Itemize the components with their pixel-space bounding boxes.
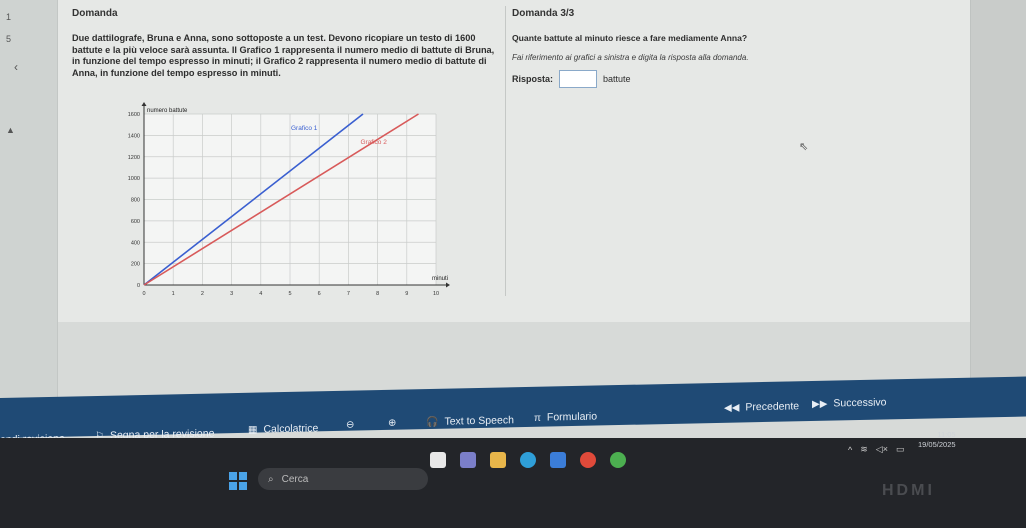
- question-title: Domanda: [72, 8, 118, 19]
- column-divider: [505, 6, 506, 296]
- collapse-chevron-icon[interactable]: ‹: [14, 60, 18, 74]
- system-tray: ^ ≋ ◁× ▭: [848, 444, 904, 455]
- zoom-out-icon: ⊖: [346, 419, 355, 431]
- text-to-speech-button[interactable]: 🎧 Text to Speech: [426, 414, 514, 428]
- y-tick-label: 1000: [128, 176, 140, 182]
- windows-taskbar: ⌕ Cerca ^ ≋ ◁× ▭ 11:05 19/05/2025 HDMI: [0, 430, 1026, 528]
- left-edge-strip: 1 5 ‹ ▲: [0, 0, 58, 415]
- y-tick-label: 200: [131, 262, 140, 268]
- battery-icon[interactable]: ▭: [896, 444, 905, 455]
- search-placeholder: Cerca: [281, 473, 309, 485]
- teams-icon[interactable]: [460, 452, 476, 468]
- edge-mark: 1: [6, 12, 12, 22]
- calculator-button[interactable]: ▦ Calcolatrice: [248, 422, 318, 435]
- y-axis-label: numero battute: [147, 108, 188, 114]
- chrome-icon[interactable]: [580, 452, 596, 468]
- answer-unit: battute: [603, 74, 631, 84]
- y-tick-label: 1600: [128, 112, 140, 118]
- monitor-brand-logo: HDMI: [882, 482, 935, 499]
- formulary-button[interactable]: π Formulario: [534, 410, 597, 423]
- store-icon[interactable]: [550, 452, 566, 468]
- x-tick-label: 5: [288, 291, 291, 297]
- y-tick-label: 1400: [128, 133, 140, 139]
- answer-input[interactable]: [559, 70, 598, 88]
- zoom-in-button[interactable]: ⊕: [388, 418, 396, 429]
- previous-label: Precedente: [745, 400, 800, 414]
- y-tick-label: 800: [131, 198, 140, 204]
- x-tick-label: 2: [201, 291, 204, 297]
- headphones-icon: 🎧: [426, 416, 439, 428]
- y-tick-label: 600: [131, 219, 140, 225]
- calculator-label: Calcolatrice: [263, 422, 319, 436]
- answer-row: Risposta: battute: [512, 70, 912, 88]
- chrome-profile-icon[interactable]: [610, 452, 626, 468]
- series-label: Grafico 2: [360, 139, 387, 146]
- fast-forward-icon: ▶▶: [812, 398, 828, 410]
- question-text: Due dattilografe, Bruna e Anna, sono sot…: [72, 33, 495, 78]
- mouse-cursor-icon: ⇖: [799, 141, 809, 153]
- taskbar-app-icon[interactable]: [430, 452, 446, 468]
- y-tick-label: 400: [131, 240, 140, 246]
- series-label: Grafico 1: [291, 125, 318, 132]
- next-label: Successivo: [833, 396, 887, 410]
- text-to-speech-label: Text to Speech: [444, 414, 514, 428]
- x-axis-label: minuti: [432, 276, 448, 282]
- volume-muted-icon[interactable]: ◁×: [876, 444, 888, 455]
- taskbar-apps: [430, 452, 626, 468]
- x-axis-arrow-icon: [446, 282, 450, 288]
- clock-date: 19/05/2025: [918, 440, 956, 449]
- x-tick-label: 0: [142, 291, 145, 297]
- wifi-icon[interactable]: ≋: [860, 444, 868, 455]
- x-tick-label: 8: [376, 291, 379, 297]
- x-tick-label: 7: [347, 291, 350, 297]
- formulary-label: Formulario: [546, 410, 598, 424]
- line-chart: 0 1 2 3 4 5 6 7 8 9 10 0 200 400 600 800 1000 1200 1400 160…: [128, 102, 450, 297]
- edge-mark: ▲: [6, 125, 15, 135]
- taskbar-clock[interactable]: 11:05 19/05/2025: [918, 430, 956, 450]
- pi-icon: π: [534, 412, 541, 424]
- question-left: Domanda Due dattilografe, Bruna e Anna, …: [72, 8, 502, 79]
- x-tick-label: 10: [433, 291, 439, 297]
- x-tick-label: 3: [230, 291, 233, 297]
- edge-icon[interactable]: [520, 452, 536, 468]
- y-axis-arrow-icon: [141, 102, 147, 106]
- x-tick-label: 6: [318, 291, 321, 297]
- y-tick-label: 0: [137, 283, 140, 289]
- windows-start-icon[interactable]: [229, 472, 247, 490]
- next-button[interactable]: ▶▶ Successivo: [812, 396, 887, 410]
- tray-chevron-icon[interactable]: ^: [848, 445, 852, 455]
- question-prompt: Quante battute al minuto riesce a fare m…: [512, 33, 748, 43]
- taskbar-search[interactable]: ⌕ Cerca: [258, 468, 428, 490]
- x-tick-label: 4: [259, 291, 262, 297]
- y-tick-label: 1200: [128, 155, 140, 161]
- x-tick-label: 9: [405, 291, 408, 297]
- right-edge-strip: [970, 0, 1026, 400]
- zoom-out-button[interactable]: ⊖: [346, 420, 354, 431]
- edge-mark: 5: [6, 34, 12, 44]
- zoom-in-icon: ⊕: [388, 417, 397, 429]
- question-instruction: Fai riferimento ai grafici a sinistra e …: [512, 53, 749, 62]
- answer-label: Risposta:: [512, 74, 554, 84]
- x-tick-label: 1: [172, 291, 175, 297]
- question-counter: Domanda 3/3: [512, 8, 575, 19]
- rewind-icon: ◀◀: [724, 402, 740, 414]
- clock-time: 11:05: [937, 430, 956, 439]
- previous-button[interactable]: ◀◀ Precedente: [724, 400, 799, 414]
- search-icon: ⌕: [268, 473, 274, 485]
- file-explorer-icon[interactable]: [490, 452, 506, 468]
- question-right: Domanda 3/3 Quante battute al minuto rie…: [512, 8, 912, 88]
- calculator-icon: ▦: [248, 424, 258, 436]
